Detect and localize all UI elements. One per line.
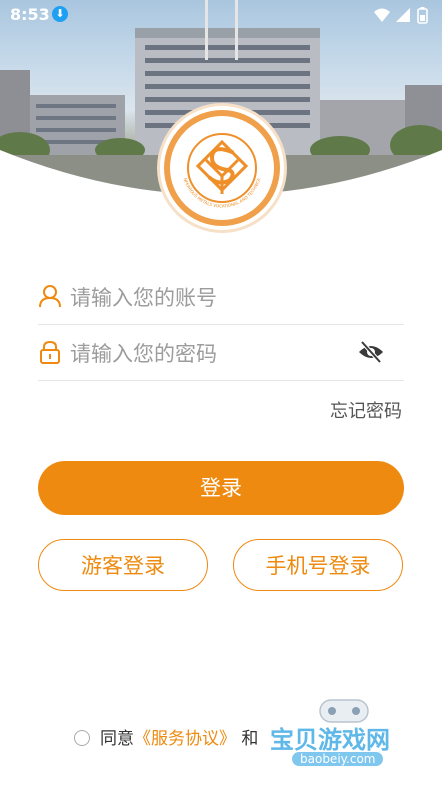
battery-icon: [417, 7, 428, 24]
download-icon: ⬇: [52, 6, 68, 22]
lock-icon: [38, 340, 62, 364]
forgot-password-link[interactable]: 忘记密码: [330, 397, 402, 423]
agreement-prefix: 同意: [100, 729, 134, 749]
signal-icon: [396, 8, 410, 22]
login-button[interactable]: 登录: [38, 461, 404, 515]
service-agreement-link[interactable]: 《服务协议》: [134, 729, 236, 749]
eye-off-icon[interactable]: [358, 340, 384, 364]
account-input-placeholder: 请输入您的账号: [70, 286, 217, 310]
user-icon: [38, 284, 62, 308]
status-bar: 8:53 ⬇: [0, 0, 442, 30]
status-time: 8:53: [10, 5, 50, 24]
phone-login-button[interactable]: 手机号登录: [233, 539, 403, 591]
watermark-url: baobeiy.com: [292, 752, 384, 766]
password-input-placeholder: 请输入您的密码: [70, 342, 217, 366]
watermark-title: 宝贝游戏网: [270, 726, 390, 754]
password-field[interactable]: 请输入您的密码: [38, 324, 404, 381]
agreement-row: 同意《服务协议》 和: [74, 724, 258, 749]
account-field[interactable]: 请输入您的账号: [38, 268, 404, 325]
guest-login-button[interactable]: 游客登录: [38, 539, 208, 591]
agreement-conjunction: 和: [241, 729, 259, 749]
wifi-icon: [374, 8, 390, 22]
site-watermark: 宝贝游戏网 baobeiy.com: [268, 699, 432, 780]
status-icons: [372, 6, 432, 28]
college-logo: 湖南有色金属职业技术学院 HUNAN NONFERROUS METALS VOC…: [158, 102, 284, 230]
agreement-radio[interactable]: [74, 730, 90, 746]
